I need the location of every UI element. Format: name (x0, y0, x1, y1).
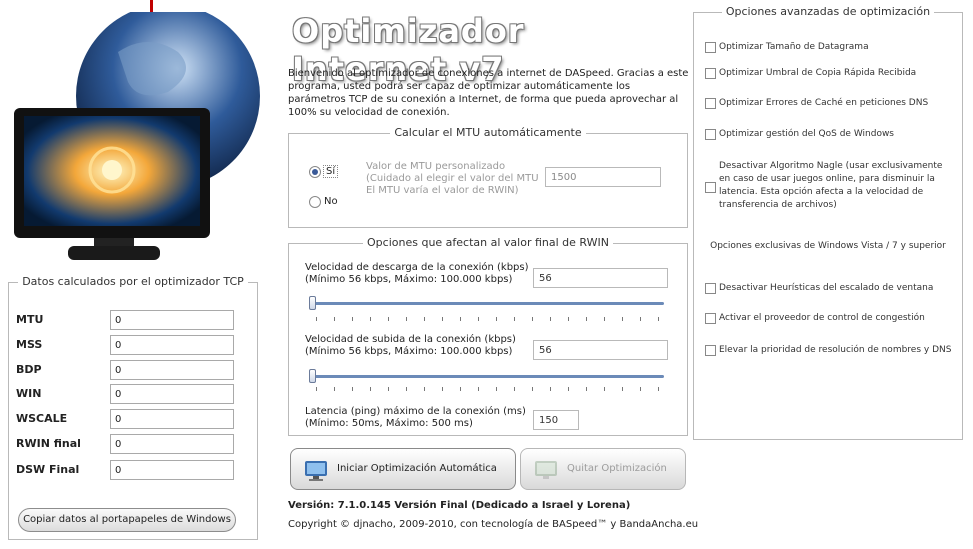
mtu-no-label[interactable]: No (324, 196, 338, 207)
mtu-custom-label: Valor de MTU personalizado (Cuidado al e… (366, 161, 539, 196)
advanced-option-checkbox[interactable] (705, 42, 716, 53)
tcp-row-value[interactable]: 0 (110, 460, 234, 480)
mtu-panel-legend: Calcular el MTU automáticamente (390, 126, 586, 139)
monitor-gear-icon (535, 461, 557, 479)
tcp-row-value[interactable]: 0 (110, 409, 234, 429)
download-speed-slider[interactable] (309, 302, 664, 305)
copyright-text: Copyright © djnacho, 2009-2010, con tecn… (288, 519, 699, 530)
tcp-row-value[interactable]: 0 (110, 434, 234, 454)
upload-speed-label: Velocidad de subida de la conexión (kbps… (305, 334, 516, 357)
tcp-row-label: MTU (16, 313, 44, 326)
tcp-row-value[interactable]: 0 (110, 335, 234, 355)
tcp-row-label: BDP (16, 363, 42, 376)
start-optimization-button[interactable]: Iniciar Optimización Automática (290, 448, 516, 490)
mtu-custom-input[interactable]: 1500 (545, 167, 661, 187)
advanced-panel-legend: Opciones avanzadas de optimización (721, 5, 935, 18)
rwin-panel-legend: Opciones que afectan al valor final de R… (363, 236, 613, 249)
upload-speed-slider[interactable] (309, 375, 664, 378)
version-text: Versión: 7.1.0.145 Versión Final (Dedica… (288, 500, 631, 511)
mtu-yes-label[interactable]: Sí (323, 165, 339, 178)
vista-option-label[interactable]: Elevar la prioridad de resolución de nom… (719, 344, 959, 357)
tcp-row-label: WIN (16, 387, 42, 400)
tcp-row-label: DSW Final (16, 463, 80, 476)
advanced-option-label[interactable]: Optimizar Umbral de Copia Rápida Recibid… (719, 67, 954, 80)
mtu-yes-radio[interactable] (309, 166, 321, 178)
intro-text: Bienvenido al optimizador de conexiones … (288, 68, 689, 118)
upload-slider-ticks (316, 387, 662, 391)
remove-optimization-button[interactable]: Quitar Optimización (520, 448, 686, 490)
vista-section-label: Opciones exclusivas de Windows Vista / 7… (710, 241, 946, 251)
remove-optimization-label: Quitar Optimización (567, 463, 667, 474)
latency-label: Latencia (ping) máximo de la conexión (m… (305, 406, 526, 429)
globe-monitor-logo (14, 12, 260, 260)
tcp-row-label: RWIN final (16, 437, 81, 450)
mtu-no-radio[interactable] (309, 196, 321, 208)
monitor-gear-icon (305, 461, 327, 481)
upload-speed-input[interactable]: 56 (533, 340, 668, 360)
tcp-panel-legend: Datos calculados por el optimizador TCP (18, 275, 248, 288)
upload-slider-thumb[interactable] (309, 369, 316, 383)
advanced-option-label[interactable]: Optimizar Tamaño de Datagrama (719, 41, 954, 54)
vista-option-label[interactable]: Desactivar Heurísticas del escalado de v… (719, 282, 959, 295)
tcp-row-value[interactable]: 0 (110, 310, 234, 330)
vista-option-checkbox[interactable] (705, 313, 716, 324)
copy-to-clipboard-button[interactable]: Copiar datos al portapapeles de Windows (18, 508, 236, 532)
download-slider-thumb[interactable] (309, 296, 316, 310)
vista-option-checkbox[interactable] (705, 283, 716, 294)
tcp-row-label: WSCALE (16, 412, 68, 425)
download-speed-label: Velocidad de descarga de la conexión (kb… (305, 262, 529, 285)
tcp-row-value[interactable]: 0 (110, 384, 234, 404)
latency-input[interactable]: 150 (533, 410, 579, 430)
vista-option-checkbox[interactable] (705, 345, 716, 356)
advanced-option-label[interactable]: Optimizar gestión del QoS de Windows (719, 128, 954, 141)
tcp-row-value[interactable]: 0 (110, 360, 234, 380)
advanced-option-checkbox[interactable] (705, 182, 716, 193)
vista-option-label[interactable]: Activar el proveedor de control de conge… (719, 312, 959, 325)
advanced-option-checkbox[interactable] (705, 129, 716, 140)
advanced-option-label[interactable]: Optimizar Errores de Caché en peticiones… (719, 97, 954, 110)
advanced-option-checkbox[interactable] (705, 68, 716, 79)
download-speed-input[interactable]: 56 (533, 268, 668, 288)
tcp-row-label: MSS (16, 338, 43, 351)
advanced-option-checkbox[interactable] (705, 98, 716, 109)
advanced-option-label[interactable]: Desactivar Algoritmo Nagle (usar exclusi… (719, 160, 954, 212)
start-optimization-label: Iniciar Optimización Automática (337, 463, 497, 474)
download-slider-ticks (316, 317, 662, 321)
